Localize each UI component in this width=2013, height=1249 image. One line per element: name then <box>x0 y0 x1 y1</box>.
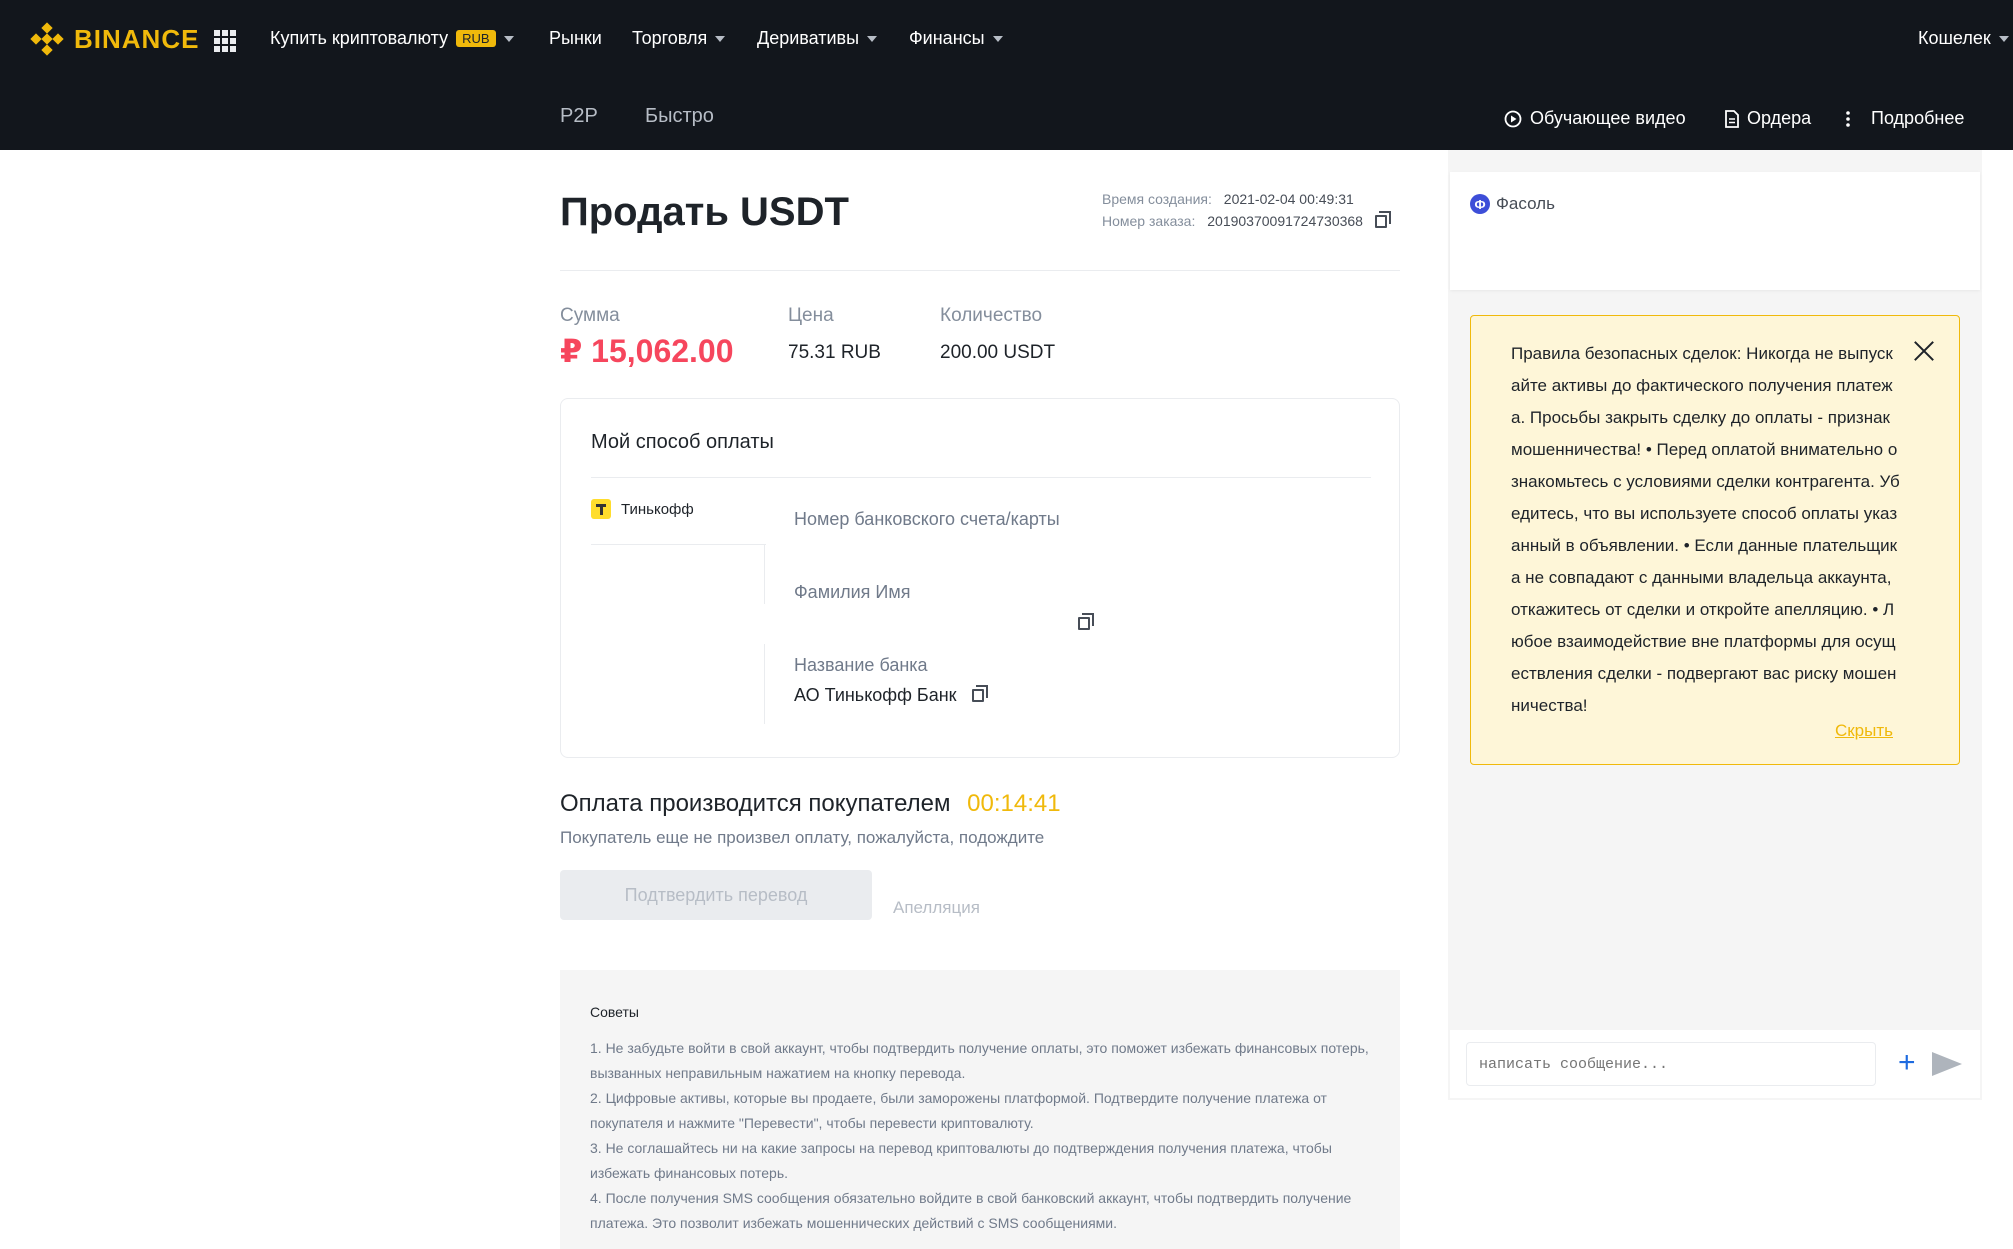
more-vertical-icon <box>1846 110 1850 127</box>
orders-link[interactable]: Ордера <box>1725 108 1811 129</box>
chevron-down-icon <box>992 35 1003 42</box>
appeal-link[interactable]: Апелляция <box>893 898 980 918</box>
order-meta: Время создания: 2021-02-04 00:49:31 Номе… <box>1102 188 1391 232</box>
plus-icon[interactable]: + <box>1898 1048 1916 1078</box>
avatar: Ф <box>1470 194 1490 214</box>
chevron-down-icon <box>715 35 726 42</box>
document-icon <box>1725 109 1739 128</box>
nav-markets[interactable]: Рынки <box>549 28 602 49</box>
nav-trade-label: Торговля <box>632 28 708 48</box>
currency-badge: RUB <box>456 30 496 47</box>
binance-logo-icon <box>30 22 64 56</box>
payment-status-subtitle: Покупатель еще не произвел оплату, пожал… <box>560 828 1045 847</box>
bank-name-value: АО Тинькофф Банк <box>794 685 988 706</box>
nav-buy-crypto-label: Купить криптовалюту <box>270 28 449 48</box>
quantity-value: 200.00 USDT <box>940 342 1056 363</box>
play-circle-icon <box>1504 110 1522 127</box>
brand-name: BINANCE <box>74 23 200 54</box>
nav-finance[interactable]: Финансы <box>909 28 1003 49</box>
order-number-label: Номер заказа: <box>1102 213 1196 229</box>
divider <box>764 544 765 604</box>
divider <box>560 270 1400 271</box>
payment-method-tab-tinkoff[interactable]: Тинькофф <box>591 499 694 519</box>
bank-name-text: АО Тинькофф Банк <box>794 685 957 705</box>
tips-panel: Советы 1. Не забудьте войти в свой аккау… <box>560 970 1400 1249</box>
copy-icon[interactable] <box>971 685 988 702</box>
nav-finance-label: Финансы <box>909 28 985 48</box>
more-label: Подробнее <box>1871 108 1965 128</box>
payment-method-name: Тинькофф <box>621 500 694 518</box>
countdown-timer: 00:14:41 <box>967 790 1061 817</box>
tutorial-video-link[interactable]: Обучающее видео <box>1504 108 1686 129</box>
tip-item: 3. Не соглашайтесь ни на какие запросы н… <box>590 1140 1332 1181</box>
nav-trade[interactable]: Торговля <box>632 28 726 49</box>
price-value: 75.31 RUB <box>788 342 881 363</box>
copy-icon[interactable] <box>1078 613 1094 630</box>
nav-wallet[interactable]: Кошелек <box>1918 28 2009 49</box>
binance-logo[interactable]: BINANCE <box>30 22 199 56</box>
chat-header: Ф Фасоль <box>1450 172 1980 290</box>
safety-warning: Правила безопасных сделок: Никогда не вы… <box>1470 315 1960 765</box>
copy-icon[interactable] <box>1374 211 1391 228</box>
account-number-label: Номер банковского счета/карты <box>794 509 1060 529</box>
apps-grid-icon[interactable] <box>214 30 236 52</box>
tab-express[interactable]: Быстро <box>645 105 714 128</box>
safety-warning-text: Правила безопасных сделок: Никогда не вы… <box>1511 344 1900 715</box>
payment-status-title: Оплата производится покупателем <box>560 790 951 817</box>
divider <box>591 544 766 545</box>
full-name-label: Фамилия Имя <box>794 582 911 602</box>
tips-list: 1. Не забудьте войти в свой аккаунт, что… <box>590 1036 1380 1236</box>
quantity-label: Количество <box>940 305 1043 326</box>
chevron-down-icon <box>503 35 514 42</box>
close-icon[interactable] <box>1913 340 1935 362</box>
chevron-down-icon <box>1998 35 2009 42</box>
tip-item: 4. После получения SMS сообщения обязате… <box>590 1190 1352 1231</box>
counterparty-name: Фасоль <box>1496 194 1555 213</box>
divider <box>764 644 765 724</box>
orders-label: Ордера <box>1747 108 1812 128</box>
tutorial-video-label: Обучающее видео <box>1530 108 1686 128</box>
send-icon[interactable] <box>1932 1052 1962 1076</box>
tinkoff-icon <box>591 499 611 519</box>
created-time-value: 2021-02-04 00:49:31 <box>1223 191 1354 207</box>
sum-value: ₽ 15,062.00 <box>560 333 734 369</box>
top-navbar: BINANCE Купить криптовалюту RUB Рынки То… <box>0 0 2013 150</box>
payment-method-card: Мой способ оплаты Тинькофф Номер банковс… <box>560 398 1400 758</box>
tab-p2p[interactable]: P2P <box>560 105 598 128</box>
tips-title: Советы <box>590 1004 639 1020</box>
hide-warning-link[interactable]: Скрыть <box>1835 721 1893 741</box>
chat-input-bar: + <box>1450 1030 1980 1098</box>
chat-message-input[interactable] <box>1466 1042 1876 1086</box>
tip-item: 1. Не забудьте войти в свой аккаунт, что… <box>590 1040 1369 1081</box>
created-time-label: Время создания: <box>1102 191 1212 207</box>
confirm-transfer-button[interactable]: Подтвердить перевод <box>560 870 872 920</box>
chat-counterparty[interactable]: Ф Фасоль <box>1470 194 1555 214</box>
payment-method-title: Мой способ оплаты <box>591 431 774 453</box>
payment-status: Оплата производится покупателем 00:14:41 <box>560 790 1061 818</box>
order-number-value: 20190370091724730368 <box>1207 213 1363 229</box>
more-link[interactable]: Подробнее <box>1845 108 1964 129</box>
divider <box>591 477 1371 478</box>
tip-item: 2. Цифровые активы, которые вы продаете,… <box>590 1090 1327 1131</box>
bank-name-label: Название банка <box>794 655 928 675</box>
chevron-down-icon <box>867 35 878 42</box>
nav-buy-crypto[interactable]: Купить криптовалюту RUB <box>270 28 514 49</box>
price-label: Цена <box>788 305 834 326</box>
nav-markets-label: Рынки <box>549 28 602 48</box>
nav-derivatives-label: Деривативы <box>757 28 860 48</box>
nav-derivatives[interactable]: Деривативы <box>757 28 878 49</box>
page-title: Продать USDT <box>560 190 849 234</box>
nav-wallet-label: Кошелек <box>1918 28 1991 48</box>
sum-label: Сумма <box>560 305 620 326</box>
